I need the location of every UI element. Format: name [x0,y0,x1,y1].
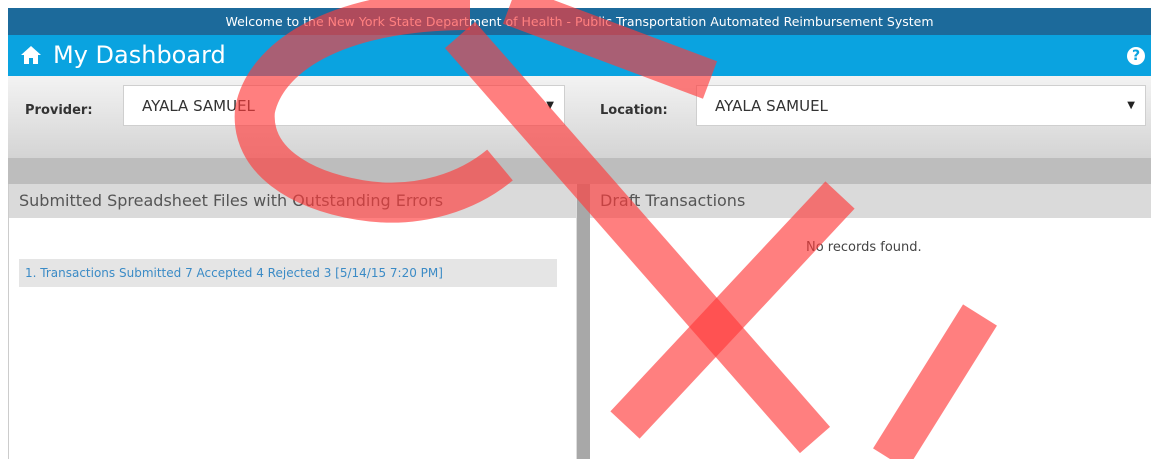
draft-transactions-panel: Draft Transactions No records found. [590,184,1151,459]
panel-title: Draft Transactions [590,184,1151,218]
home-icon[interactable] [20,45,42,65]
location-select[interactable]: AYALA SAMUEL ▼ [696,85,1146,126]
chevron-down-icon: ▼ [546,100,554,111]
question-circle-icon[interactable]: ? [1127,47,1145,65]
empty-message: No records found. [806,240,922,255]
panel-resize-handle[interactable] [576,184,590,459]
dashboard-header: My Dashboard ? [8,35,1151,76]
welcome-text: Welcome to the New York State Department… [225,14,934,29]
provider-value: AYALA SAMUEL [142,97,255,115]
provider-label: Provider: [25,103,93,118]
page-title: My Dashboard [53,41,226,69]
filter-bar: Provider: AYALA SAMUEL ▼ Location: AYALA… [8,76,1151,158]
outstanding-errors-panel: Submitted Spreadsheet Files with Outstan… [8,184,576,459]
location-label: Location: [600,103,668,118]
separator-strip [8,158,1151,184]
panel-title: Submitted Spreadsheet Files with Outstan… [9,184,576,218]
transaction-link[interactable]: 1. Transactions Submitted 7 Accepted 4 R… [19,259,557,287]
chevron-down-icon: ▼ [1127,100,1135,111]
provider-select[interactable]: AYALA SAMUEL ▼ [123,85,565,126]
welcome-banner: Welcome to the New York State Department… [8,8,1151,35]
location-value: AYALA SAMUEL [715,97,828,115]
